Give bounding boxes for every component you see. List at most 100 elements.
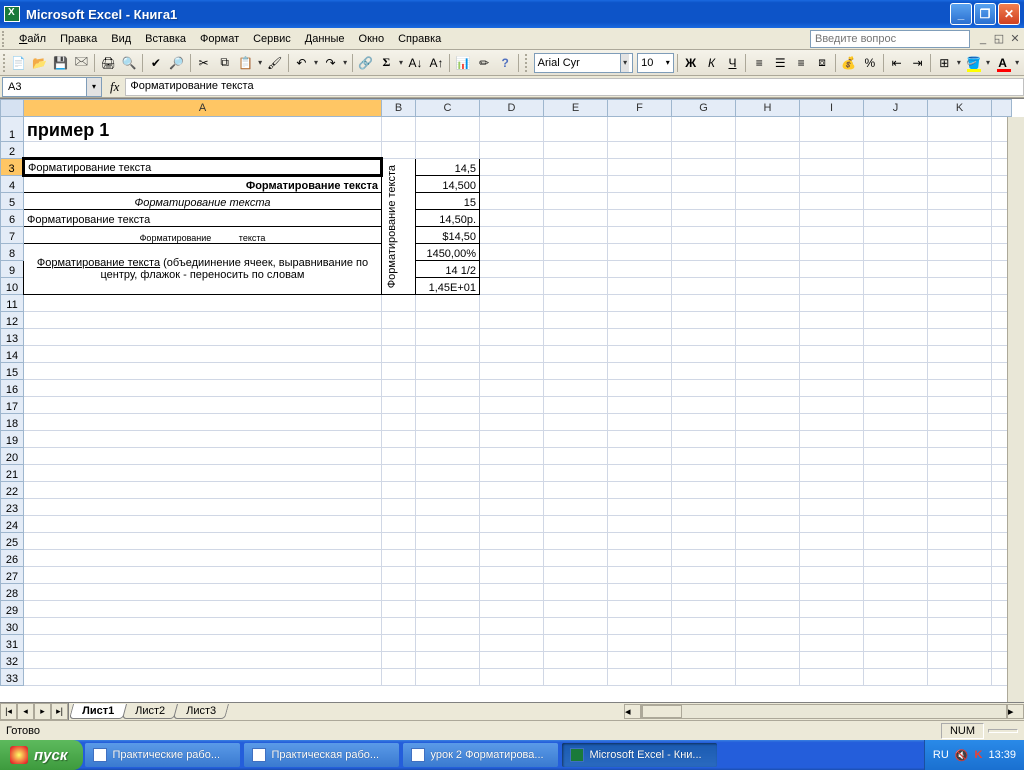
- menu-format[interactable]: Формат: [193, 31, 246, 47]
- question-input[interactable]: [810, 30, 970, 48]
- cell-C6[interactable]: 14,50р.: [416, 210, 480, 227]
- cell-A1[interactable]: пример 1: [24, 117, 382, 142]
- autosum-button[interactable]: Σ: [376, 52, 396, 74]
- paste-button[interactable]: 📋: [236, 52, 256, 74]
- close-button[interactable]: ✕: [998, 3, 1020, 25]
- open-button[interactable]: 📂: [30, 52, 50, 74]
- cell-A3[interactable]: Форматирование текста: [24, 159, 382, 176]
- maximize-button[interactable]: ❐: [974, 3, 996, 25]
- row-header-12[interactable]: 12: [1, 312, 24, 329]
- menu-window[interactable]: Окно: [352, 31, 392, 47]
- col-header-D[interactable]: D: [480, 100, 544, 117]
- menu-data[interactable]: Данные: [298, 31, 352, 47]
- hyperlink-button[interactable]: 🔗: [356, 52, 376, 74]
- preview-button[interactable]: 🔍: [119, 52, 139, 74]
- paste-dropdown[interactable]: ▾: [257, 58, 264, 67]
- cell-C8[interactable]: 1450,00%: [416, 244, 480, 261]
- tab-prev-button[interactable]: ◂: [17, 703, 34, 720]
- row-header-9[interactable]: 9: [1, 261, 24, 278]
- row-header-19[interactable]: 19: [1, 431, 24, 448]
- tray-icon-volume[interactable]: 🔇: [955, 749, 969, 762]
- doc-close-button[interactable]: ✕: [1008, 32, 1022, 46]
- menu-help[interactable]: Справка: [391, 31, 448, 47]
- col-header-B[interactable]: B: [382, 100, 416, 117]
- tray-icon-antivirus[interactable]: K: [975, 749, 983, 761]
- tab-next-button[interactable]: ▸: [34, 703, 51, 720]
- align-center-button[interactable]: ☰: [770, 52, 790, 74]
- namebox-dropdown-icon[interactable]: ▾: [86, 78, 101, 96]
- bold-button[interactable]: Ж: [681, 52, 701, 74]
- menu-tools[interactable]: Сервис: [246, 31, 298, 47]
- increase-indent-button[interactable]: ⇥: [908, 52, 928, 74]
- row-header-6[interactable]: 6: [1, 210, 24, 227]
- row-header-21[interactable]: 21: [1, 465, 24, 482]
- taskbar-item-2[interactable]: Практическая рабо...: [244, 743, 399, 767]
- borders-dropdown[interactable]: ▾: [955, 58, 962, 67]
- align-left-button[interactable]: ≡: [749, 52, 769, 74]
- row-header-3[interactable]: 3: [1, 159, 24, 176]
- cell-C4[interactable]: 14,500: [416, 176, 480, 193]
- font-size-dropdown[interactable]: 10▾: [637, 53, 674, 73]
- col-header-E[interactable]: E: [544, 100, 608, 117]
- row-header-1[interactable]: 1: [1, 117, 24, 142]
- spelling-button[interactable]: ✔: [146, 52, 166, 74]
- sheet-tab-1[interactable]: Лист1: [69, 704, 127, 719]
- taskbar-item-4[interactable]: Microsoft Excel - Кни...: [562, 743, 717, 767]
- sheet-tab-2[interactable]: Лист2: [122, 704, 178, 719]
- start-button[interactable]: пуск: [0, 740, 83, 770]
- col-header-A[interactable]: A: [24, 100, 382, 117]
- col-header-H[interactable]: H: [736, 100, 800, 117]
- col-header-C[interactable]: C: [416, 100, 480, 117]
- name-box[interactable]: A3 ▾: [2, 77, 102, 97]
- currency-button[interactable]: 💰: [839, 52, 859, 74]
- row-header-20[interactable]: 20: [1, 448, 24, 465]
- cell-A7[interactable]: Форматирование текста: [24, 227, 382, 244]
- menu-file[interactable]: Файл: [12, 31, 53, 47]
- row-header-29[interactable]: 29: [1, 601, 24, 618]
- formula-input[interactable]: Форматирование текста: [125, 78, 1024, 96]
- col-header-F[interactable]: F: [608, 100, 672, 117]
- row-header-32[interactable]: 32: [1, 652, 24, 669]
- align-right-button[interactable]: ≡: [791, 52, 811, 74]
- row-header-10[interactable]: 10: [1, 278, 24, 295]
- row-header-27[interactable]: 27: [1, 567, 24, 584]
- row-header-16[interactable]: 16: [1, 380, 24, 397]
- chart-button[interactable]: 📊: [453, 52, 473, 74]
- row-header-13[interactable]: 13: [1, 329, 24, 346]
- doc-restore-button[interactable]: ◱: [992, 32, 1006, 46]
- cell-C7[interactable]: $14,50: [416, 227, 480, 244]
- menu-view[interactable]: Вид: [104, 31, 138, 47]
- fill-color-button[interactable]: 🪣: [963, 52, 983, 74]
- row-header-8[interactable]: 8: [1, 244, 24, 261]
- col-header-J[interactable]: J: [864, 100, 928, 117]
- row-header-31[interactable]: 31: [1, 635, 24, 652]
- drawing-button[interactable]: ✏: [474, 52, 494, 74]
- row-header-26[interactable]: 26: [1, 550, 24, 567]
- fontcolor-dropdown[interactable]: ▾: [1013, 58, 1020, 67]
- row-header-23[interactable]: 23: [1, 499, 24, 516]
- decrease-indent-button[interactable]: ⇤: [887, 52, 907, 74]
- cell-C10[interactable]: 1,45E+01: [416, 278, 480, 295]
- fill-dropdown[interactable]: ▾: [984, 58, 991, 67]
- font-name-dropdown[interactable]: Arial Cyr▾: [534, 53, 633, 73]
- research-button[interactable]: 🔎: [167, 52, 187, 74]
- redo-button[interactable]: ↷: [321, 52, 341, 74]
- menu-insert[interactable]: Вставка: [138, 31, 193, 47]
- cell-A4[interactable]: Форматирование текста: [24, 176, 382, 193]
- tab-first-button[interactable]: |◂: [0, 703, 17, 720]
- permission-button[interactable]: 🖂: [71, 52, 91, 74]
- cell-C3[interactable]: 14,5: [416, 159, 480, 176]
- row-header-7[interactable]: 7: [1, 227, 24, 244]
- underline-button[interactable]: Ч: [723, 52, 743, 74]
- row-header-5[interactable]: 5: [1, 193, 24, 210]
- row-header-33[interactable]: 33: [1, 669, 24, 686]
- tab-last-button[interactable]: ▸|: [51, 703, 68, 720]
- font-color-button[interactable]: A: [993, 52, 1013, 74]
- horizontal-scrollbar[interactable]: ◂ ▸: [624, 704, 1024, 719]
- format-painter-button[interactable]: 🖌: [265, 52, 285, 74]
- merge-center-button[interactable]: ⧈: [812, 52, 832, 74]
- col-header-K[interactable]: K: [928, 100, 992, 117]
- autosum-dropdown[interactable]: ▾: [397, 58, 404, 67]
- row-header-30[interactable]: 30: [1, 618, 24, 635]
- menu-edit[interactable]: Правка: [53, 31, 104, 47]
